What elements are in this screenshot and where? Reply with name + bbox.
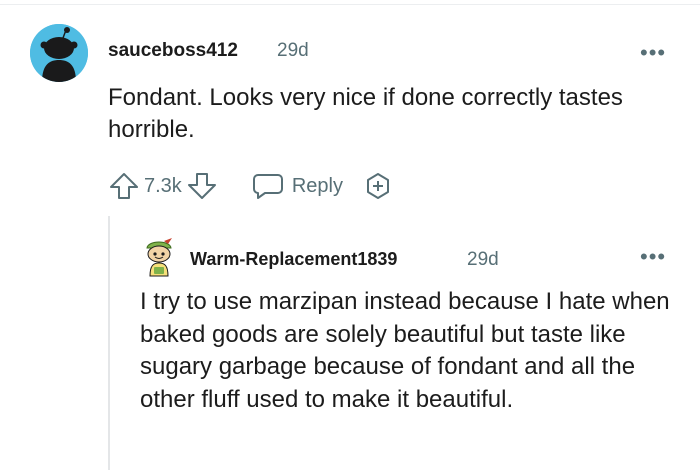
divider xyxy=(0,4,700,5)
reply-button[interactable]: Reply xyxy=(252,172,343,200)
snoo-avatar-icon xyxy=(146,238,172,277)
comment-author[interactable]: sauceboss412 xyxy=(108,40,238,62)
downvote-icon[interactable] xyxy=(186,171,218,201)
avatar[interactable] xyxy=(30,24,88,82)
reply-label: Reply xyxy=(291,174,343,197)
more-options-icon[interactable]: ••• xyxy=(640,40,666,66)
reply-timestamp[interactable]: 29d xyxy=(467,249,499,271)
comment-actions: 7.3k Reply xyxy=(108,170,393,202)
reply-author[interactable]: Warm-Replacement1839 xyxy=(190,249,397,270)
avatar[interactable] xyxy=(142,236,176,278)
upvote-icon[interactable] xyxy=(108,171,140,201)
award-icon[interactable] xyxy=(363,171,393,201)
comment-body: Fondant. Looks very nice if done correct… xyxy=(108,84,623,143)
thread-line[interactable] xyxy=(108,216,110,470)
more-options-icon[interactable]: ••• xyxy=(640,244,666,270)
comment-timestamp[interactable]: 29d xyxy=(277,40,309,62)
reply-body: I try to use marzipan instead because I … xyxy=(140,288,670,413)
vote-count: 7.3k xyxy=(144,174,182,197)
snoo-avatar-icon xyxy=(30,24,88,82)
reply-bubble-icon xyxy=(252,172,284,200)
